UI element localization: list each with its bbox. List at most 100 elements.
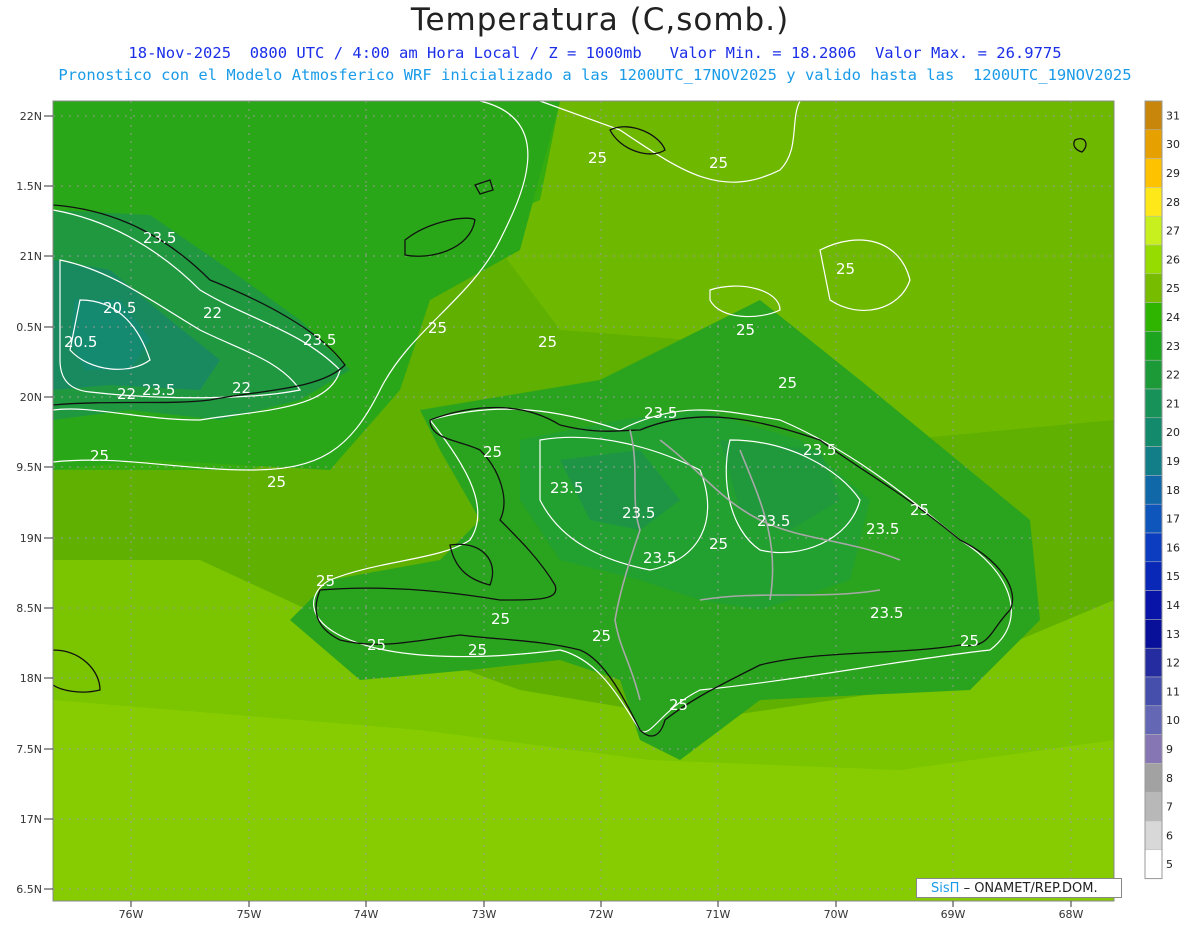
contour-label: 23.5	[143, 229, 176, 247]
contour-label: 25	[483, 443, 502, 461]
contour-label: 23.5	[622, 504, 655, 522]
colorbar-label: 27	[1166, 225, 1180, 238]
colorbar-label: 18	[1166, 484, 1180, 497]
contour-label: 25	[316, 572, 335, 590]
contour-label: 22	[117, 385, 136, 403]
colorbar-swatch	[1144, 820, 1163, 851]
lat-label: 17N	[20, 813, 42, 826]
contour-label: 25	[468, 641, 487, 659]
colorbar-swatch	[1144, 359, 1163, 390]
colorbar-label: 14	[1166, 599, 1180, 612]
contour-label: 25	[428, 319, 447, 337]
contour-label: 25	[709, 154, 728, 172]
lat-label: 1.5N	[16, 180, 42, 193]
colorbar-swatch	[1144, 503, 1163, 534]
contour-label: 25	[538, 333, 557, 351]
colorbar-label: 24	[1166, 311, 1180, 324]
colorbar-swatch	[1144, 647, 1163, 678]
colorbar-label: 22	[1166, 369, 1180, 382]
colorbar-swatch	[1144, 590, 1163, 620]
contour-label: 25	[836, 260, 855, 278]
colorbar-label: 31	[1166, 109, 1180, 122]
contour-label: 23.5	[803, 441, 836, 459]
colorbar-label: 30	[1166, 138, 1180, 151]
contour-label: 23.5	[757, 512, 790, 530]
lon-label: 76W	[119, 908, 144, 921]
contour-label: 20.5	[103, 299, 136, 317]
contour-label: 25	[367, 636, 386, 654]
colorbar-label: 11	[1166, 685, 1180, 698]
colorbar-label: 29	[1166, 167, 1180, 180]
contour-label: 23.5	[303, 331, 336, 349]
colorbar-label: 28	[1166, 196, 1180, 209]
colorbar-label: 8	[1166, 772, 1173, 785]
contour-label: 22	[232, 379, 251, 397]
colorbar-swatch	[1144, 619, 1163, 649]
contour-label: 25	[491, 610, 510, 628]
colorbar-swatch	[1144, 705, 1163, 735]
contour-label: 22	[203, 304, 222, 322]
contour-label: 25	[90, 447, 109, 465]
colorbar-swatch	[1144, 244, 1163, 275]
lat-label: 21N	[20, 250, 42, 263]
colorbar-swatch	[1144, 302, 1163, 332]
contour-label: 23.5	[870, 604, 903, 622]
colorbar-swatch	[1144, 849, 1163, 879]
colorbar-label: 17	[1166, 513, 1180, 526]
lat-label: 9.5N	[16, 461, 42, 474]
colorbar-label: 21	[1166, 397, 1180, 410]
colorbar-swatch	[1144, 388, 1163, 419]
lon-label: 72W	[589, 908, 614, 921]
colorbar-label: 25	[1166, 282, 1180, 295]
lat-label: 8.5N	[16, 602, 42, 615]
contour-label: 23.5	[644, 404, 677, 422]
colorbar-label: 9	[1166, 743, 1173, 756]
colorbar-swatch	[1144, 417, 1163, 447]
lat-label: 0.5N	[16, 321, 42, 334]
valid-time-subtitle: 18-Nov-2025 0800 UTC / 4:00 am Hora Loca…	[128, 44, 1062, 62]
colorbar-swatch	[1144, 129, 1163, 159]
contour-label: 25	[709, 535, 728, 553]
lon-label: 71W	[706, 908, 731, 921]
colorbar-swatch	[1144, 100, 1163, 131]
lat-label: 19N	[20, 532, 42, 545]
longitude-axis: 76W 75W 74W 73W 72W 71W 70W 69W 68W	[119, 908, 1084, 921]
credit-brand: SisΠ	[931, 881, 960, 896]
contour-label: 25	[960, 632, 979, 650]
colorbar-swatch	[1144, 446, 1163, 476]
contour-label: 20.5	[64, 333, 97, 351]
contour-label: 23.5	[643, 549, 676, 567]
longitude-ticks	[130, 901, 1072, 907]
colorbar-swatch	[1144, 331, 1163, 361]
temperature-field	[53, 101, 1114, 901]
colorbar-label: 15	[1166, 570, 1180, 583]
map-title: Temperatura (C,somb.)	[410, 2, 790, 38]
lon-label: 74W	[354, 908, 379, 921]
lon-label: 68W	[1059, 908, 1084, 921]
colorbar-swatch	[1144, 791, 1163, 822]
latitude-axis: 22N 1.5N 21N 0.5N 20N 9.5N 19N 8.5N 18N …	[16, 110, 42, 896]
colorbar-swatch	[1144, 532, 1163, 563]
contour-label: 25	[736, 321, 755, 339]
contour-label: 25	[669, 696, 688, 714]
lon-label: 75W	[237, 908, 262, 921]
model-info-subtitle: Pronostico con el Modelo Atmosferico WRF…	[58, 66, 1132, 84]
contour-label: 25	[910, 501, 929, 519]
colorbar-swatch	[1144, 763, 1163, 793]
colorbar-label: 26	[1166, 253, 1180, 266]
colorbar-swatch	[1144, 158, 1163, 188]
lon-label: 73W	[472, 908, 497, 921]
credit-text: – ONAMET/REP.DOM.	[963, 881, 1098, 896]
contour-label: 25	[778, 374, 797, 392]
colorbar-swatch	[1144, 475, 1163, 505]
contour-label: 25	[588, 149, 607, 167]
colorbar-swatch	[1144, 676, 1163, 707]
latitude-ticks	[44, 115, 53, 890]
lat-label: 22N	[20, 110, 42, 123]
colorbar-label: 12	[1166, 657, 1180, 670]
colorbar-label: 19	[1166, 455, 1180, 468]
colorbar-label: 6	[1166, 829, 1173, 842]
lat-label: 18N	[20, 672, 42, 685]
contour-label: 23.5	[550, 479, 583, 497]
lon-label: 69W	[941, 908, 966, 921]
